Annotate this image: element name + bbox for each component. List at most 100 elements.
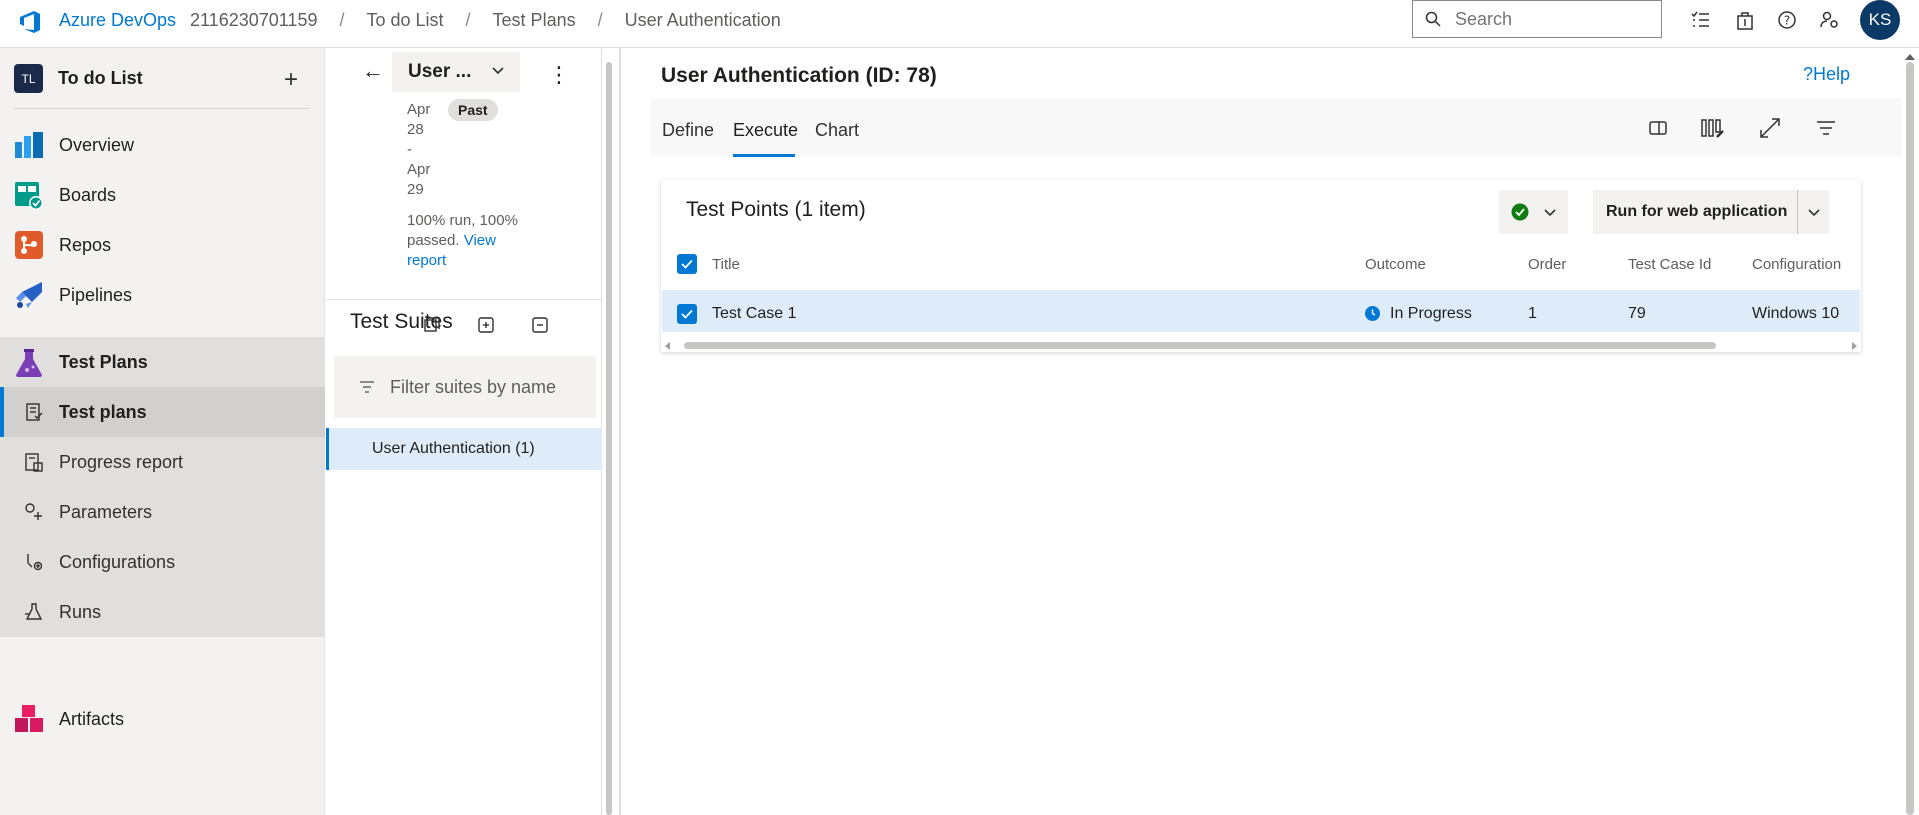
sidebar-item-label: Overview <box>59 134 135 155</box>
project-badge: TL <box>14 64 43 93</box>
run-for-web-application-button[interactable]: Run for web application <box>1593 190 1798 234</box>
checkmark-icon <box>681 259 693 269</box>
column-header-test-case-id[interactable]: Test Case Id <box>1628 256 1711 273</box>
pipelines-icon <box>16 282 42 308</box>
sidebar-item-overview[interactable]: Overview <box>0 120 325 170</box>
sidebar-item-artifacts[interactable]: Artifacts <box>0 694 325 744</box>
sidebar-item-label: Boards <box>59 184 117 205</box>
filter-icon[interactable] <box>1814 116 1838 140</box>
sidebar-item-label: Progress report <box>59 451 184 472</box>
filter-suites-input[interactable]: Filter suites by name <box>334 356 596 418</box>
sidebar-item-label: Artifacts <box>59 708 125 729</box>
user-settings-icon[interactable] <box>1818 8 1842 32</box>
date-line: - <box>407 141 412 158</box>
mark-outcome-dropdown[interactable] <box>1499 190 1568 234</box>
column-options-icon[interactable] <box>1700 116 1724 140</box>
help-icon[interactable]: ? <box>1775 8 1799 32</box>
configurations-icon <box>27 554 43 571</box>
row-checkbox[interactable] <box>677 304 697 324</box>
collapse-all-icon[interactable] <box>530 315 550 335</box>
scroll-left-icon[interactable] <box>664 342 672 350</box>
run-button-label: Run for web application <box>1606 203 1788 220</box>
plan-summary: 100% run, 100% passed. View report <box>407 211 527 271</box>
summary-text: 100% run, 100% passed. <box>407 212 518 249</box>
breadcrumb-org[interactable]: 2116230701159 <box>190 10 317 31</box>
overview-icon <box>15 132 43 158</box>
date-line: 29 <box>407 181 424 198</box>
scroll-up-icon[interactable] <box>1905 52 1915 62</box>
column-header-outcome[interactable]: Outcome <box>1365 256 1426 273</box>
search-box[interactable] <box>1412 0 1662 38</box>
tab-chart[interactable]: Chart <box>815 120 859 141</box>
table-row[interactable] <box>662 290 1860 332</box>
sidebar-item-test-plans-sub[interactable]: Test plans <box>0 387 325 437</box>
chevron-down-icon <box>1544 209 1556 217</box>
repos-icon <box>15 231 43 259</box>
azure-devops-logo-icon[interactable] <box>18 9 44 35</box>
progress-report-icon <box>25 453 43 472</box>
column-header-title[interactable]: Title <box>712 256 740 273</box>
sidebar-item-label: Repos <box>59 234 112 255</box>
details-pane-icon[interactable] <box>1646 116 1670 140</box>
left-navigation: TL To do List + Overview Boards Repos Pi… <box>0 48 325 815</box>
scroll-right-icon[interactable] <box>1850 342 1858 350</box>
horizontal-scrollbar[interactable] <box>684 342 1716 349</box>
test-point-title[interactable]: Test Case 1 <box>712 305 796 323</box>
select-all-checkbox[interactable] <box>677 254 697 274</box>
help-link[interactable]: ?Help <box>1803 64 1850 85</box>
breadcrumb: 2116230701159 / To do List / Test Plans … <box>190 10 781 31</box>
column-header-order[interactable]: Order <box>1528 256 1566 273</box>
brand-link[interactable]: Azure DevOps <box>59 10 176 31</box>
tab-execute[interactable]: Execute <box>733 120 798 141</box>
sidebar-item-configurations[interactable]: Configurations <box>0 537 325 587</box>
scrollbar[interactable] <box>606 62 612 815</box>
avatar[interactable]: KS <box>1860 0 1900 40</box>
scrollbar[interactable] <box>1906 62 1914 815</box>
test-point-outcome: In Progress <box>1390 305 1472 322</box>
breadcrumb-separator: / <box>465 10 471 30</box>
full-screen-icon[interactable] <box>1758 116 1782 140</box>
search-input[interactable] <box>1455 8 1645 30</box>
date-line: Apr <box>407 161 431 178</box>
more-options-icon[interactable]: ⋮ <box>548 64 570 86</box>
run-options-dropdown[interactable] <box>1797 190 1829 234</box>
marketplace-bag-icon[interactable] <box>1733 8 1757 32</box>
expand-all-icon[interactable] <box>476 315 496 335</box>
sidebar-item-progress-report[interactable]: Progress report <box>0 437 325 487</box>
sidebar-item-label: Test plans <box>59 401 147 422</box>
breadcrumb-project[interactable]: To do List <box>366 10 443 31</box>
work-items-icon[interactable] <box>1688 8 1712 32</box>
sidebar-item-label: Configurations <box>59 551 176 572</box>
column-header-configuration[interactable]: Configuration <box>1752 256 1841 273</box>
date-line: 28 <box>407 121 424 138</box>
test-point-case-id: 79 <box>1628 305 1646 322</box>
sidebar-item-repos[interactable]: Repos <box>0 220 325 270</box>
sidebar-item-test-plans[interactable]: Test Plans <box>0 337 325 388</box>
breadcrumb-test-plans[interactable]: Test Plans <box>493 10 576 31</box>
breadcrumb-plan[interactable]: User Authentication <box>625 10 781 31</box>
plan-name: User ... <box>408 61 472 82</box>
back-arrow-icon[interactable]: ← <box>362 58 384 84</box>
sidebar-item-parameters[interactable]: Parameters <box>0 487 325 537</box>
add-icon[interactable]: + <box>284 66 298 94</box>
parameters-icon <box>25 503 42 520</box>
new-suite-icon[interactable] <box>422 315 442 335</box>
tab-define[interactable]: Define <box>662 120 714 141</box>
project-header[interactable]: TL To do List <box>14 64 143 93</box>
suite-item[interactable]: User Authentication (1) <box>326 428 602 470</box>
sidebar-item-boards[interactable]: Boards <box>0 170 325 220</box>
project-name: To do List <box>58 68 143 88</box>
passed-check-icon <box>1511 203 1529 221</box>
sidebar-item-runs[interactable]: Runs <box>0 587 325 637</box>
sidebar-item-pipelines[interactable]: Pipelines <box>0 270 325 320</box>
test-points-title: Test Points (1 item) <box>686 198 866 221</box>
page-title: User Authentication (ID: 78) <box>661 64 937 87</box>
divider <box>14 108 310 109</box>
plan-picker[interactable]: User ... <box>392 52 520 92</box>
checkmark-icon <box>681 309 693 319</box>
date-line: Apr <box>407 101 431 118</box>
breadcrumb-separator: / <box>339 10 345 30</box>
pane-splitter[interactable] <box>619 48 621 815</box>
boards-icon <box>15 182 43 210</box>
test-plans-icon <box>16 348 42 377</box>
